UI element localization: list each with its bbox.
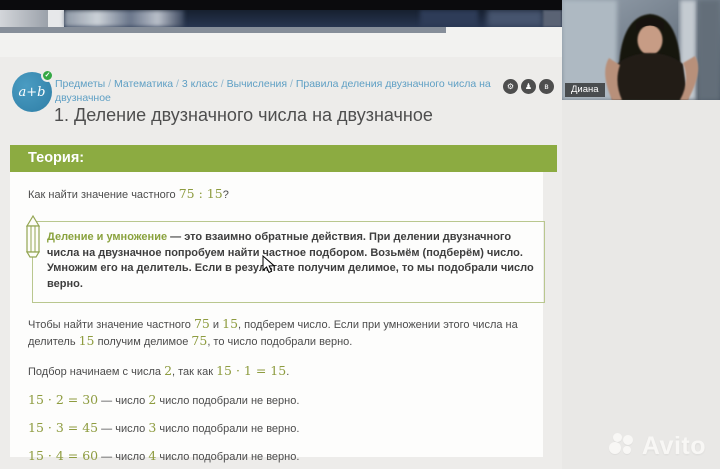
breadcrumb: Предметы / Математика / 3 класс / Вычисл…	[55, 77, 503, 105]
avito-watermark: Avito	[608, 431, 706, 461]
avito-logo-icon	[608, 431, 638, 461]
progress-strip	[0, 27, 446, 33]
math-fragment: 15 · 3 = 45	[28, 420, 99, 435]
breadcrumb-separator: /	[287, 78, 296, 90]
theory-paragraph: Подбор начинаем с числа 2, так как 15 · …	[28, 363, 533, 380]
text-fragment: — число	[98, 395, 149, 407]
text-fragment: Подбор начинаем с числа	[28, 366, 165, 378]
avito-watermark-text: Avito	[641, 431, 706, 460]
theory-paragraph: Чтобы найти значение частного 75 и 15, п…	[28, 316, 533, 350]
text-fragment: число подобрали не верно.	[156, 395, 300, 407]
participant-name-label: Диана	[565, 83, 605, 97]
text-fragment: , так как	[172, 366, 217, 378]
tab-blurred-segment[interactable]	[420, 10, 478, 27]
theory-section-header: Теория:	[10, 145, 557, 172]
breadcrumb-separator: /	[217, 78, 227, 90]
vk-icon[interactable]: в	[539, 79, 554, 94]
pencil-icon	[24, 214, 42, 264]
breadcrumb-item[interactable]: Предметы	[55, 78, 105, 90]
math-fragment: 2	[164, 363, 173, 378]
tab-blurred-segment[interactable]	[48, 10, 64, 27]
breadcrumb-item[interactable]: Вычисления	[227, 78, 287, 90]
tab-blurred-segment	[543, 10, 562, 27]
text-fragment: и	[209, 319, 223, 331]
text-fragment: получим делимое	[94, 336, 192, 348]
webcam-video[interactable]: Диана	[562, 0, 720, 100]
person-icon[interactable]: ♟	[521, 79, 536, 94]
text-fragment: , то число подобрали верно.	[207, 336, 353, 348]
lesson-page: a+b ✓ Предметы / Математика / 3 класс / …	[0, 57, 562, 469]
tab-blurred-segment[interactable]	[0, 10, 48, 27]
page-title: 1. Деление двузначного числа на двузначн…	[54, 105, 433, 125]
text-fragment: ?	[222, 189, 229, 201]
math-fragment: 75 : 15	[178, 186, 223, 201]
breadcrumb-separator: /	[105, 78, 114, 90]
tab-blurred-segment[interactable]	[64, 10, 184, 27]
breadcrumb-separator: /	[173, 78, 182, 90]
theory-line: 15 · 2 = 30 — число 2 число подобрали не…	[28, 393, 533, 408]
math-fragment: 15 · 4 = 60	[28, 448, 99, 463]
theory-content-card: Как найти значение частного 75 : 15? Дел…	[10, 172, 545, 463]
text-fragment: Чтобы найти значение частного	[28, 319, 194, 331]
theory-line: 15 · 4 = 60 — число 4 число подобрали не…	[28, 449, 533, 464]
math-fragment: 75	[191, 333, 208, 348]
text-fragment: Как найти значение частного	[28, 189, 179, 201]
browser-tab-strip[interactable]	[0, 10, 562, 27]
breadcrumb-item[interactable]: 3 класс	[182, 78, 218, 90]
checkmark-badge-icon: ✓	[41, 69, 54, 82]
tab-blurred-segment[interactable]	[487, 10, 543, 27]
math-fragment: 15 · 2 = 30	[28, 392, 99, 407]
theory-question: Как найти значение частного 75 : 15?	[28, 186, 533, 201]
theory-section-title: Теория:	[28, 150, 85, 166]
site-logo[interactable]: a+b ✓	[12, 69, 54, 112]
gear-icon[interactable]: ⚙	[503, 79, 518, 94]
theory-line: 15 · 3 = 45 — число 3 число подобрали не…	[28, 421, 533, 436]
math-fragment: 75	[193, 316, 210, 331]
math-fragment: 15	[222, 316, 239, 331]
definition-text: Деление и умножение — это взаимно обратн…	[47, 231, 534, 290]
text-fragment: — число	[98, 451, 149, 463]
definition-box: Деление и умножение — это взаимно обратн…	[25, 214, 545, 303]
breadcrumb-item[interactable]: Математика	[114, 78, 173, 90]
text-fragment: число подобрали не верно.	[156, 423, 300, 435]
math-fragment: 15 · 1 = 15	[216, 363, 287, 378]
share-buttons: ⚙ ♟ в	[503, 79, 554, 94]
text-fragment: .	[286, 366, 290, 378]
mouse-cursor	[262, 254, 276, 279]
math-fragment: Деление и умножение	[47, 231, 168, 243]
math-fragment: 15	[78, 333, 95, 348]
text-fragment: число подобрали не верно.	[156, 451, 300, 463]
text-fragment: — число	[98, 423, 149, 435]
theory-lines: 15 · 2 = 30 — число 2 число подобрали не…	[28, 393, 533, 469]
